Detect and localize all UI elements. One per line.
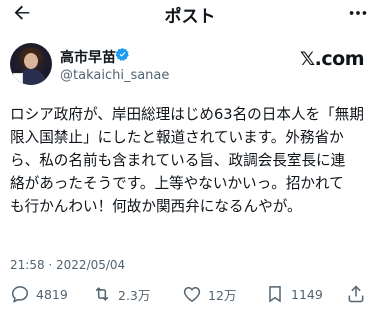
tweet-line: ロシア政府が、岸田総理はじめ63名の日本人を「無期 [10, 106, 364, 123]
tweet-line: 限入国禁止」にしたと報道されています。外務省か [10, 129, 344, 146]
like-button[interactable]: 12万 [182, 282, 236, 306]
tweet-line: も行かんわい！何故か関西弁になるんやが。 [10, 198, 302, 215]
top-bar: ポスト [0, 0, 380, 30]
reply-icon [11, 286, 29, 303]
tweet-line: 絡があったそうです。上等やないかいっ。招かれて [10, 175, 344, 192]
avatar[interactable] [10, 43, 52, 85]
author-handle[interactable]: @takaichi_sanae [60, 68, 169, 83]
more-options-icon[interactable] [346, 2, 370, 24]
reply-count: 4819 [36, 286, 68, 302]
heart-icon [183, 286, 201, 302]
bookmark-count: 1149 [291, 286, 323, 302]
x-logo: 𝕏.com [299, 48, 365, 70]
share-icon [348, 285, 364, 303]
bookmark-icon [269, 286, 281, 303]
page-title: ポスト [164, 7, 216, 27]
like-count: 12万 [208, 287, 237, 303]
reply-button[interactable]: 4819 [10, 282, 68, 306]
author-name[interactable]: 高市早苗 [60, 47, 116, 67]
action-bar: 4819 2.3万 12万 1149 [0, 282, 380, 306]
repost-count: 2.3万 [118, 287, 151, 303]
post-timestamp[interactable]: 21:58 · 2022/05/04 [10, 258, 125, 272]
bookmark-button[interactable]: 1149 [265, 282, 323, 306]
tweet-line: ら、私の名前も含まれている旨、政調会長室長に連 [10, 152, 346, 169]
repost-icon [95, 287, 109, 301]
repost-button[interactable]: 2.3万 [92, 282, 150, 306]
share-button[interactable] [346, 282, 372, 306]
tweet-text: ロシア政府が、岸田総理はじめ63名の日本人を「無期 限入国禁止」にしたと報道され… [10, 103, 372, 218]
verified-badge-icon [115, 47, 129, 61]
